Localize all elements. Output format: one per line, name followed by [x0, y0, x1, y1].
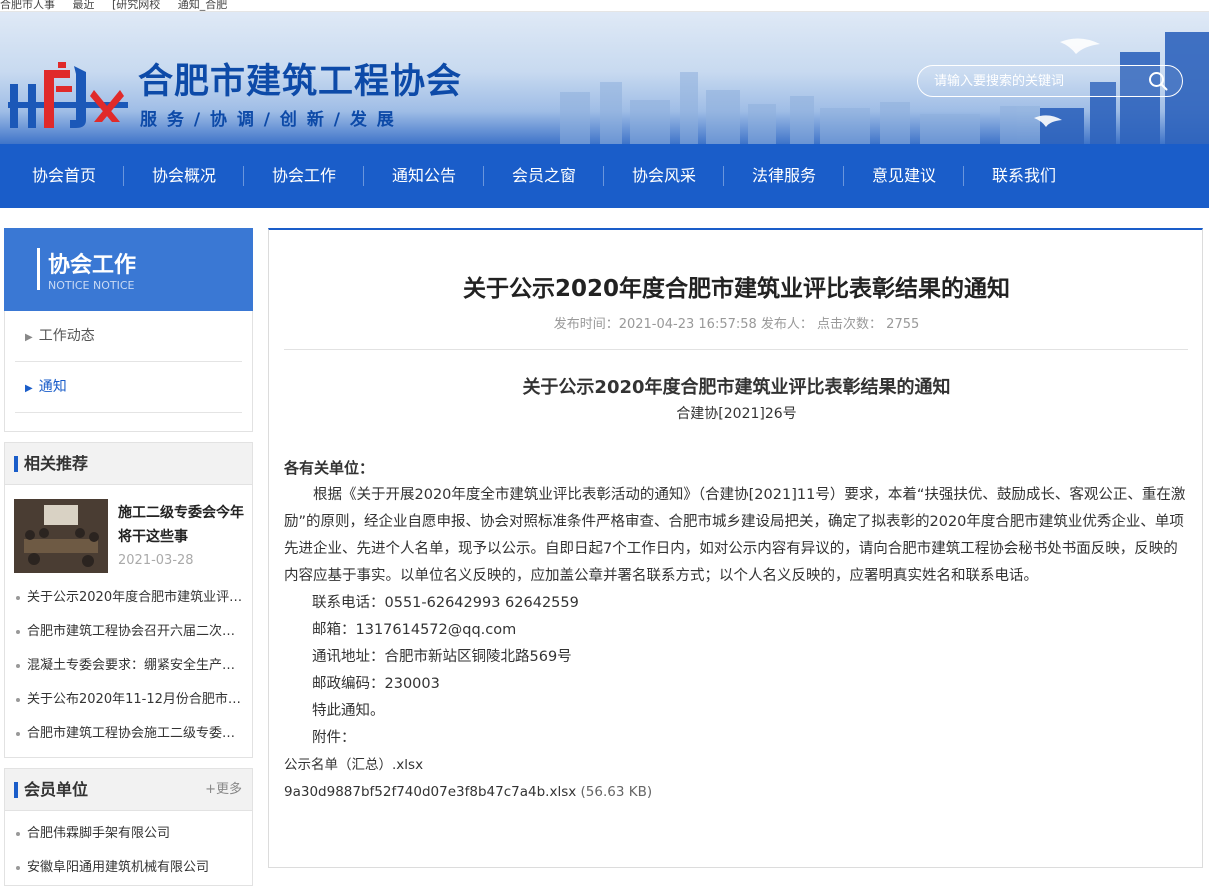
nav-item-gallery[interactable]: 协会风采	[604, 144, 724, 208]
featured-news-title[interactable]: 施工二级专委会今年将干这些事	[118, 501, 248, 549]
search-icon[interactable]	[1148, 71, 1168, 91]
recommend-panel: 相关推荐 施工二级专委会今年将干这些事 2021-03-28 关于公示2020年…	[4, 442, 253, 758]
tab-item[interactable]: [研究网校	[112, 0, 160, 11]
article-title: 关于公示2020年度合肥市建筑业评比表彰结果的通知	[462, 276, 1010, 302]
sidebar-item-work-news[interactable]: ▶ 工作动态	[15, 311, 242, 362]
document-title: 关于公示2020年度合肥市建筑业评比表彰结果的通知	[522, 377, 951, 398]
article-panel: 关于公示2020年度合肥市建筑业评比表彰结果的通知 发布时间：2021-04-2…	[268, 228, 1203, 868]
sidebar-item-label: 工作动态	[38, 328, 95, 344]
tab-item[interactable]: 通知_合肥	[178, 0, 228, 11]
tab-item[interactable]: 最近	[73, 0, 95, 11]
list-item[interactable]: 混凝土专委会要求：绷紧安全生产这根弦	[15, 649, 246, 683]
featured-news-date: 2021-03-28	[118, 553, 194, 568]
search-input[interactable]	[932, 71, 1142, 91]
main-nav: 协会首页 协会概况 协会工作 通知公告 会员之窗 协会风采 法律服务 意见建议 …	[0, 144, 1209, 208]
featured-news[interactable]: 施工二级专委会今年将干这些事 2021-03-28	[5, 485, 252, 581]
left-sidebar: 协会工作 NOTICE NOTICE ▶工作动态 ▶通知 相关推荐 施工二级	[4, 228, 253, 886]
sidebar-title: 协会工作	[48, 253, 137, 278]
nav-item-notices[interactable]: 通知公告	[364, 144, 484, 208]
attachment-label: 附件：	[312, 730, 356, 746]
nav-item-home[interactable]: 协会首页	[4, 144, 124, 208]
association-logo	[8, 62, 128, 128]
more-link[interactable]: +更多	[205, 769, 242, 811]
browser-tab-strip: 合肥市人事 最近 [研究网校 通知_合肥	[0, 0, 1209, 12]
contact-postcode: 邮政编码：230003	[312, 676, 440, 692]
nav-item-legal[interactable]: 法律服务	[724, 144, 844, 208]
closing-line: 特此通知。	[312, 703, 385, 719]
contact-phone: 联系电话：0551-62642993 62642559	[312, 595, 579, 611]
contact-email: 邮箱：1317614572@qq.com	[312, 622, 517, 638]
attachment-item: 公示名单（汇总）.xlsx	[284, 752, 1188, 779]
members-panel: 会员单位 +更多 合肥伟霖脚手架有限公司 安徽阜阳通用建筑机械有限公司	[4, 768, 253, 886]
nav-item-overview[interactable]: 协会概况	[124, 144, 244, 208]
site-slogan: 服 务 / 协 调 / 创 新 / 发 展	[140, 110, 396, 130]
attachment-link[interactable]: 9a30d9887bf52f740d07e3f8b47c7a4b.xlsx	[284, 784, 576, 800]
attachment-size: (56.63 KB)	[580, 784, 653, 800]
nav-item-contact[interactable]: 联系我们	[964, 144, 1084, 208]
header-banner: 合肥市建筑工程协会 服 务 / 协 调 / 创 新 / 发 展	[0, 12, 1209, 144]
list-item[interactable]: 关于公布2020年11-12月份合肥市建筑施工	[15, 683, 246, 717]
members-title: 会员单位	[24, 780, 89, 799]
contact-address: 通讯地址：合肥市新站区铜陵北路569号	[312, 649, 572, 665]
sidebar-subtitle: NOTICE NOTICE	[48, 279, 135, 292]
document-number: 合建协[2021]26号	[676, 406, 797, 422]
meeting-photo-illustration	[14, 499, 108, 573]
divider	[284, 349, 1188, 350]
attachment-item: 9a30d9887bf52f740d07e3f8b47c7a4b.xlsx (5…	[284, 779, 1188, 806]
list-item[interactable]: 安徽阜阳通用建筑机械有限公司	[15, 851, 246, 885]
members-list: 合肥伟霖脚手架有限公司 安徽阜阳通用建筑机械有限公司	[5, 811, 252, 885]
list-item[interactable]: 合肥伟霖脚手架有限公司	[15, 817, 246, 851]
nav-item-members[interactable]: 会员之窗	[484, 144, 604, 208]
triangle-right-icon: ▶	[25, 332, 33, 343]
list-item[interactable]: 合肥市建筑工程协会施工二级专委会召开会议	[15, 717, 246, 751]
site-name: 合肥市建筑工程协会	[138, 61, 463, 102]
recommend-list: 关于公示2020年度合肥市建筑业评比表彰结果的通知 合肥市建筑工程协会召开六届二…	[5, 581, 252, 757]
list-item[interactable]: 合肥市建筑工程协会召开六届二次理事会	[15, 615, 246, 649]
recommend-title: 相关推荐	[5, 443, 252, 485]
sidebar-item-notice[interactable]: ▶ 通知	[15, 362, 242, 413]
sidebar-menu: ▶ 工作动态 ▶ 通知	[4, 311, 253, 432]
nav-item-work[interactable]: 协会工作	[244, 144, 364, 208]
tab-item[interactable]: 合肥市人事	[0, 0, 55, 11]
members-header: 会员单位 +更多	[5, 769, 252, 811]
nav-item-feedback[interactable]: 意见建议	[844, 144, 964, 208]
body-paragraph: 根据《关于开展2020年度全市建筑业评比表彰活动的通知》（合建协[2021]11…	[284, 487, 1186, 584]
triangle-right-icon: ▶	[25, 383, 33, 394]
attachment-link[interactable]: 公示名单（汇总）.xlsx	[284, 757, 423, 773]
search-box	[917, 65, 1183, 97]
article-meta: 发布时间：2021-04-23 16:57:58 发布人： 点击次数： 2755	[553, 317, 920, 332]
sidebar-header-accent	[37, 248, 40, 290]
greeting: 各有关单位：	[284, 459, 375, 477]
list-item[interactable]: 关于公示2020年度合肥市建筑业评比表彰结果的通知	[15, 581, 246, 615]
featured-news-image[interactable]	[14, 499, 108, 573]
article-body: 各有关单位： 根据《关于开展2020年度全市建筑业评比表彰活动的通知》（合建协[…	[284, 455, 1188, 806]
attachment-list: 公示名单（汇总）.xlsx 9a30d9887bf52f740d07e3f8b4…	[284, 752, 1188, 806]
sidebar-header: 协会工作 NOTICE NOTICE	[4, 228, 253, 311]
sidebar-item-label: 通知	[38, 379, 67, 395]
